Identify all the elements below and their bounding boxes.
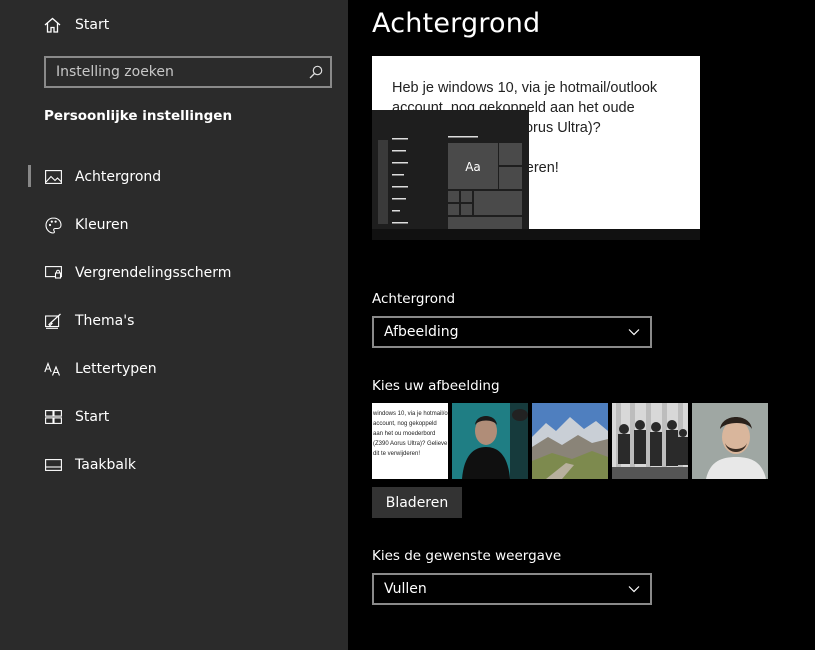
thumbnail-photo-band[interactable]	[612, 403, 688, 479]
sidebar-item-label: Kleuren	[75, 217, 129, 233]
preview-start-menu: Aa	[372, 110, 529, 229]
sidebar-item-label: Vergrendelingsscherm	[75, 265, 232, 281]
sidebar-item-label: Start	[75, 409, 110, 425]
search-input[interactable]	[46, 64, 302, 80]
browse-button[interactable]: Bladeren	[372, 487, 462, 518]
thumbnail-photo-man-teal[interactable]	[452, 403, 528, 479]
picture-thumbnails: windows 10, via je hotmail/o account, no…	[372, 403, 768, 479]
sidebar-item-themas[interactable]: Thema's	[0, 297, 348, 345]
start-tiles-icon	[44, 408, 62, 426]
home-link[interactable]: Start	[44, 14, 109, 36]
chevron-down-icon	[628, 329, 640, 336]
background-type-label: Achtergrond	[372, 291, 456, 307]
sidebar-item-taakbalk[interactable]: Taakbalk	[0, 441, 348, 489]
background-preview: Heb je windows 10, via je hotmail/outloo…	[372, 56, 700, 240]
sidebar-item-label: Lettertypen	[75, 361, 157, 377]
sidebar-item-label: Thema's	[75, 313, 135, 329]
home-icon	[44, 17, 61, 33]
picture-icon	[44, 168, 62, 186]
preview-sample-text: Aa	[465, 160, 481, 174]
sidebar-item-lettertypen[interactable]: Lettertypen	[0, 345, 348, 393]
background-type-value: Afbeelding	[384, 324, 459, 340]
start-menu-mock-icon: Aa	[372, 110, 529, 229]
thumbnail-photo-portrait[interactable]	[692, 403, 768, 479]
thumbnail-text: windows 10, via je hotmail/o account, no…	[373, 411, 448, 457]
choose-picture-label: Kies uw afbeelding	[372, 378, 500, 394]
search-icon[interactable]	[302, 58, 330, 86]
sidebar-item-label: Taakbalk	[75, 457, 136, 473]
font-icon	[44, 360, 62, 378]
sidebar: Start Persoonlijke instellingen Achtergr…	[0, 0, 348, 650]
sidebar-item-achtergrond[interactable]: Achtergrond	[0, 153, 348, 201]
thumbnail-text-wallpaper[interactable]: windows 10, via je hotmail/o account, no…	[372, 403, 448, 479]
thumbnail-photo-mountains[interactable]	[532, 403, 608, 479]
background-type-dropdown[interactable]: Afbeelding	[372, 316, 652, 348]
search-box[interactable]	[44, 56, 332, 88]
chevron-down-icon	[628, 586, 640, 593]
sidebar-item-kleuren[interactable]: Kleuren	[0, 201, 348, 249]
taskbar-icon	[44, 456, 62, 474]
fit-value: Vullen	[384, 581, 427, 597]
home-label: Start	[75, 17, 110, 33]
fit-label: Kies de gewenste weergave	[372, 548, 562, 564]
theme-brush-icon	[44, 312, 62, 330]
sidebar-item-vergrendelingsscherm[interactable]: Vergrendelingsscherm	[0, 249, 348, 297]
sidebar-item-label: Achtergrond	[75, 169, 162, 185]
page-title: Achtergrond	[372, 8, 541, 39]
fit-dropdown[interactable]: Vullen	[372, 573, 652, 605]
nav-list: Achtergrond Kleuren Vergrendelingsscherm…	[0, 153, 348, 489]
section-title: Persoonlijke instellingen	[44, 108, 233, 124]
preview-taskbar	[372, 229, 700, 240]
palette-icon	[44, 216, 62, 234]
sidebar-item-start[interactable]: Start	[0, 393, 348, 441]
main-content: Achtergrond Heb je windows 10, via je ho…	[348, 0, 815, 650]
lock-screen-icon	[44, 264, 62, 282]
